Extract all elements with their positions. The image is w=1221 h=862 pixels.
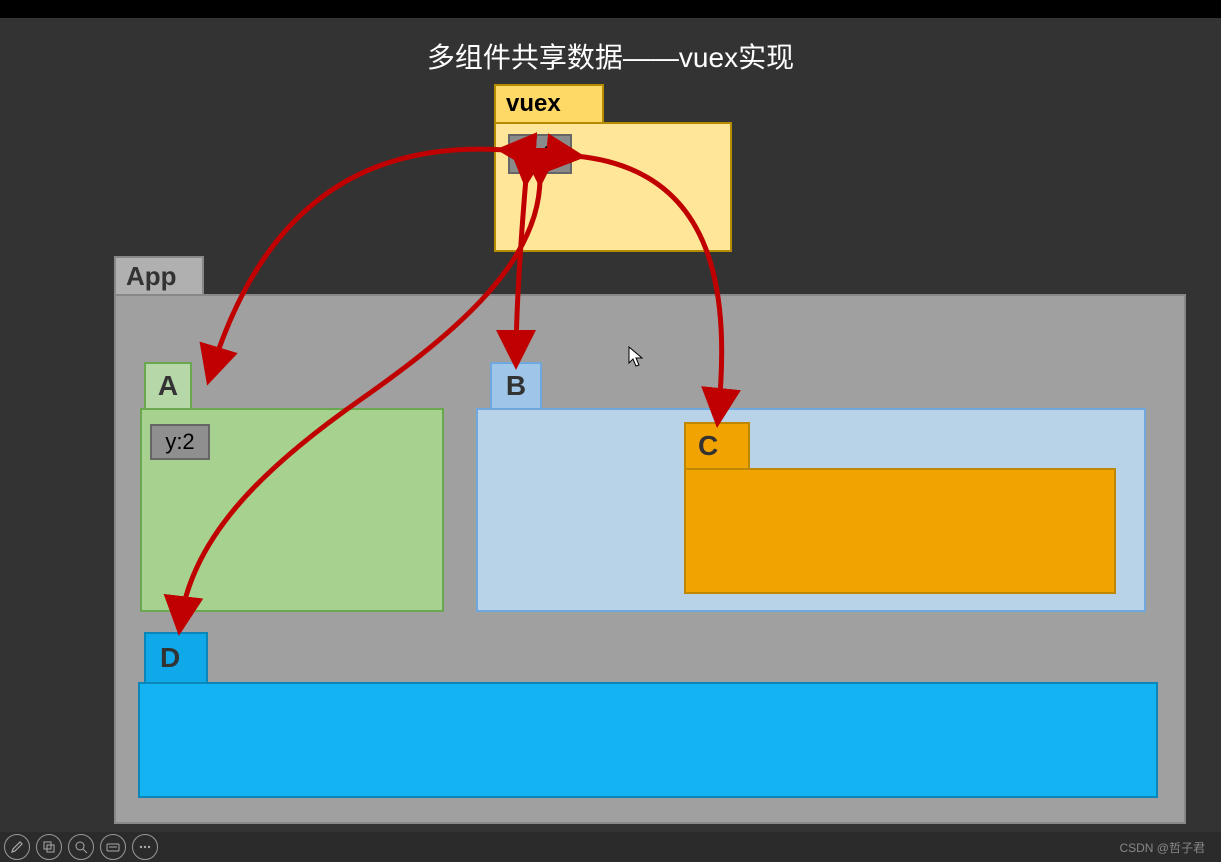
component-c-body bbox=[684, 468, 1116, 594]
component-a-tab: A bbox=[144, 362, 192, 410]
component-d-body bbox=[138, 682, 1158, 798]
keyboard-icon[interactable] bbox=[100, 834, 126, 860]
component-a-data: y:2 bbox=[150, 424, 210, 460]
watermark: CSDN @哲子君 bbox=[1119, 839, 1205, 856]
bottom-toolbar bbox=[0, 832, 1221, 862]
copy-icon[interactable] bbox=[36, 834, 62, 860]
component-c-tab: C bbox=[684, 422, 750, 470]
diagram-canvas: vuex x:1 App A y:2 B C D bbox=[0, 0, 1221, 862]
edit-icon[interactable] bbox=[4, 834, 30, 860]
vuex-tab: vuex bbox=[494, 84, 604, 124]
zoom-icon[interactable] bbox=[68, 834, 94, 860]
component-d-tab: D bbox=[144, 632, 208, 684]
app-tab: App bbox=[114, 256, 204, 296]
more-icon[interactable] bbox=[132, 834, 158, 860]
vuex-state-box: x:1 bbox=[508, 134, 572, 174]
component-b-tab: B bbox=[490, 362, 542, 410]
